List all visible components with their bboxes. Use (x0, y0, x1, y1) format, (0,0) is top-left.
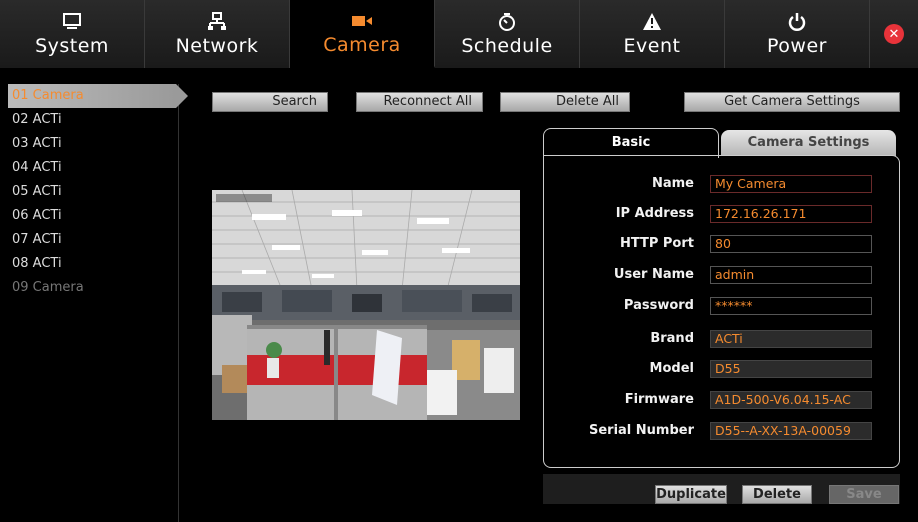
tab-system[interactable]: System (0, 0, 145, 68)
panel-footer: Duplicate Delete Save (543, 474, 900, 504)
name-input[interactable]: My Camera (710, 175, 872, 193)
camera-list-item[interactable]: 01 Camera (8, 84, 188, 108)
camera-list-item[interactable]: 02 ACTi (8, 108, 178, 132)
field-label: Name (651, 176, 694, 191)
field-label: Firmware (624, 392, 694, 407)
field-row-user-name: User Name admin (544, 265, 899, 285)
user-name-input[interactable]: admin (710, 266, 872, 284)
tab-label: Event (623, 35, 681, 57)
tab-schedule[interactable]: Schedule (435, 0, 580, 68)
save-button[interactable]: Save (829, 485, 899, 504)
close-icon[interactable]: ✕ (884, 24, 904, 44)
camera-list: 01 Camera 02 ACTi 03 ACTi 04 ACTi 05 ACT… (8, 84, 188, 522)
close-area: ✕ (870, 0, 918, 68)
power-icon (787, 11, 807, 33)
delete-all-button[interactable]: Delete All (500, 92, 630, 112)
model-value: D55 (710, 360, 872, 378)
camera-list-item[interactable]: 08 ACTi (8, 252, 178, 276)
camera-list-item[interactable]: 03 ACTi (8, 132, 178, 156)
field-label: Brand (650, 331, 694, 346)
reconnect-all-button[interactable]: Reconnect All (356, 92, 483, 112)
duplicate-button[interactable]: Duplicate (655, 485, 727, 504)
camera-list-item[interactable]: 05 ACTi (8, 180, 178, 204)
tab-network[interactable]: Network (145, 0, 290, 68)
brand-value: ACTi (710, 330, 872, 348)
http-port-input[interactable]: 80 (710, 235, 872, 253)
field-row-brand: Brand ACTi (544, 329, 899, 349)
alert-icon (642, 11, 662, 33)
serial-number-value: D55--A-XX-13A-00059 (710, 422, 872, 440)
camera-preview[interactable] (212, 190, 520, 420)
field-row-ip-address: IP Address 172.16.26.171 (544, 204, 899, 224)
network-icon (207, 11, 227, 33)
field-row-model: Model D55 (544, 359, 899, 379)
field-label: IP Address (615, 206, 694, 221)
tab-label: System (35, 35, 109, 57)
get-camera-settings-button[interactable]: Get Camera Settings (684, 92, 900, 112)
monitor-icon (62, 11, 82, 33)
camera-list-item[interactable]: 04 ACTi (8, 156, 178, 180)
camera-list-item[interactable]: 07 ACTi (8, 228, 178, 252)
field-label: User Name (613, 267, 694, 282)
field-row-name: Name My Camera (544, 174, 899, 194)
field-row-firmware: Firmware A1D-500-V6.04.15-AC (544, 390, 899, 410)
ip-address-input[interactable]: 172.16.26.171 (710, 205, 872, 223)
field-row-http-port: HTTP Port 80 (544, 234, 899, 254)
firmware-value: A1D-500-V6.04.15-AC (710, 391, 872, 409)
search-button[interactable]: Search (212, 92, 328, 112)
office-scene-image (212, 190, 520, 420)
delete-button[interactable]: Delete (742, 485, 812, 504)
settings-tabs: Basic Camera Settings (543, 128, 900, 158)
camera-list-item[interactable]: 06 ACTi (8, 204, 178, 228)
field-label: Serial Number (588, 423, 694, 438)
tab-label: Camera (323, 34, 401, 56)
camera-list-item[interactable]: 09 Camera (8, 276, 178, 300)
field-label: Model (649, 361, 694, 376)
tab-label: Power (767, 35, 827, 57)
field-row-serial-number: Serial Number D55--A-XX-13A-00059 (544, 421, 899, 441)
tab-power[interactable]: Power (725, 0, 870, 68)
field-row-password: Password ****** (544, 296, 899, 316)
clock-icon (497, 11, 517, 33)
tab-camera[interactable]: Camera (290, 0, 435, 68)
tab-camera-settings[interactable]: Camera Settings (721, 130, 896, 156)
password-input[interactable]: ****** (710, 297, 872, 315)
tab-basic[interactable]: Basic (543, 128, 719, 158)
tab-label: Network (175, 35, 259, 57)
field-label: HTTP Port (619, 236, 694, 251)
basic-settings-panel: Name My Camera IP Address 172.16.26.171 … (543, 155, 900, 468)
field-label: Password (623, 298, 694, 313)
tab-event[interactable]: Event (580, 0, 725, 68)
top-nav: System Network Camera Schedule Event Pow… (0, 0, 918, 68)
camera-icon (351, 10, 373, 32)
tab-label: Schedule (461, 35, 553, 57)
